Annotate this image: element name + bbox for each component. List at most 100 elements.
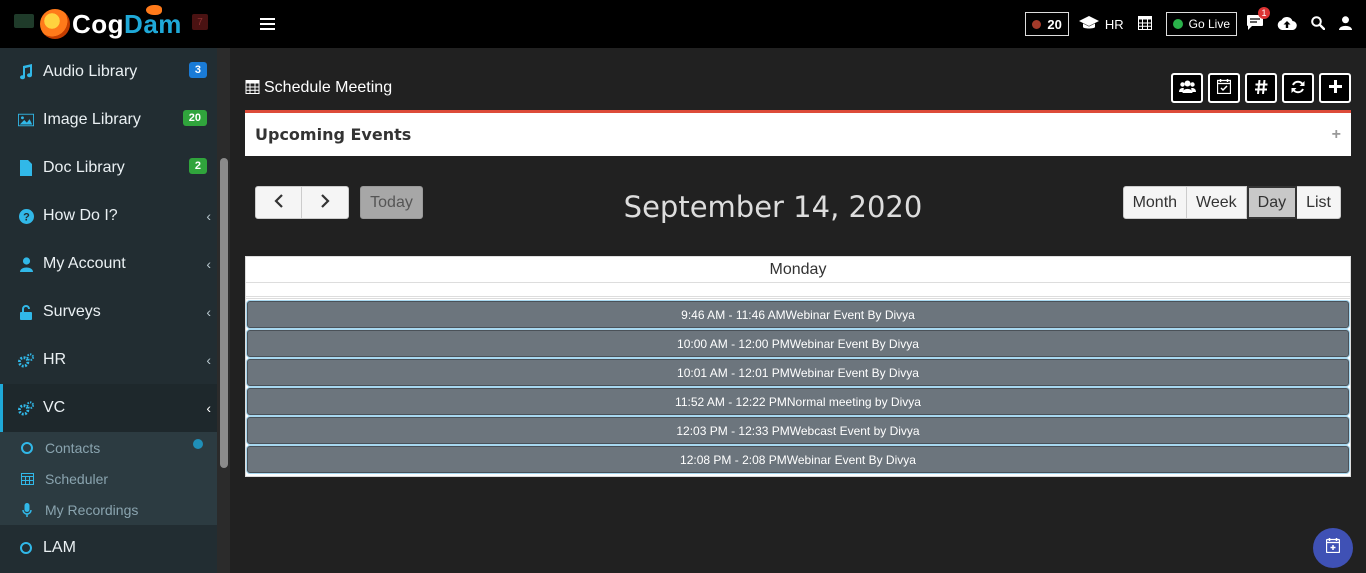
music-icon <box>18 64 34 80</box>
chevron-left-icon: ‹ <box>206 304 211 320</box>
unlock-icon <box>18 304 34 320</box>
go-live-button[interactable]: Go Live <box>1165 12 1237 36</box>
view-list-button[interactable]: List <box>1297 186 1341 219</box>
cloud-upload-icon <box>1277 16 1297 33</box>
day-header: Monday <box>246 257 1350 283</box>
events-list: 9:46 AM - 11:46 AMWebinar Event By Divya… <box>246 301 1350 476</box>
refresh-button[interactable] <box>1282 73 1314 103</box>
page-header: Schedule Meeting <box>245 48 1351 110</box>
calendar-icon <box>20 472 34 486</box>
sidebar-item-how-do-i[interactable]: ? How Do I? ‹ <box>0 192 217 240</box>
sidebar-item-vc[interactable]: VC ‹ <box>0 384 217 432</box>
video-icon <box>14 14 34 28</box>
hashtag-icon <box>1254 79 1268 97</box>
calendar-icon <box>245 79 260 97</box>
calendar-event[interactable]: 10:01 AM - 12:01 PMWebinar Event By Divy… <box>247 359 1349 386</box>
all-day-row[interactable] <box>246 283 1350 299</box>
add-meeting-button[interactable] <box>1319 73 1351 103</box>
status-dot <box>193 439 203 449</box>
count-value: 20 <box>1047 16 1062 32</box>
hashtag-button[interactable] <box>1245 73 1277 103</box>
logo-fish-icon <box>146 4 162 15</box>
svg-text:?: ? <box>23 211 30 223</box>
sidebar-item-my-account[interactable]: My Account ‹ <box>0 240 217 288</box>
red-dot-icon <box>1032 19 1042 29</box>
expand-plus-icon[interactable]: + <box>1332 126 1341 144</box>
chevron-down-icon: ‹ <box>206 400 211 416</box>
upload-button[interactable] <box>1277 16 1297 33</box>
search-button[interactable] <box>1311 15 1326 33</box>
sidebar-item-label: VC <box>43 399 66 416</box>
circle-icon <box>20 441 34 455</box>
hr-link[interactable]: HR <box>1078 15 1124 33</box>
go-live-label: Go Live <box>1188 17 1230 31</box>
sidebar-item-hr[interactable]: HR ‹ <box>0 336 217 384</box>
chat-button[interactable]: 1 <box>1247 7 1270 33</box>
calendar-event[interactable]: 12:03 PM - 12:33 PMWebcast Event by Divy… <box>247 417 1349 444</box>
page-title: Schedule Meeting <box>245 79 392 97</box>
sidebar-item-image-library[interactable]: Image Library 20 <box>0 96 217 144</box>
participants-button[interactable] <box>1171 73 1203 103</box>
image-count-badge: 20 <box>182 110 207 126</box>
submenu-item-label: Contacts <box>45 439 101 456</box>
submenu-item-contacts[interactable]: Contacts <box>0 432 217 463</box>
calendar-event[interactable]: 10:00 AM - 12:00 PMWebinar Event By Divy… <box>247 330 1349 357</box>
view-week-button[interactable]: Week <box>1187 186 1247 219</box>
doc-count-badge: 2 <box>188 158 207 174</box>
chat-notification-badge: 1 <box>1258 7 1270 19</box>
calendar-event[interactable]: 11:52 AM - 12:22 PMNormal meeting by Div… <box>247 388 1349 415</box>
calendar-check-button[interactable] <box>1208 73 1240 103</box>
sidebar-item-audio-library[interactable]: Audio Library 3 <box>0 48 217 96</box>
sidebar-item-label: HR <box>43 351 67 368</box>
hamburger-menu-icon[interactable] <box>260 18 275 30</box>
page-title-text: Schedule Meeting <box>264 79 393 96</box>
count-indicator[interactable]: 20 <box>1025 12 1069 36</box>
sidebar-item-surveys[interactable]: Surveys ‹ <box>0 288 217 336</box>
calendar-event[interactable]: 9:46 AM - 11:46 AMWebinar Event By Divya <box>247 301 1349 328</box>
chevron-left-icon: ‹ <box>206 352 211 368</box>
chevron-left-icon: ‹ <box>206 256 211 272</box>
calendar-button[interactable] <box>1137 15 1152 33</box>
image-icon <box>18 112 34 128</box>
circle-icon <box>18 540 34 556</box>
submenu-item-my-recordings[interactable]: My Recordings <box>0 494 217 525</box>
live-dot-icon <box>1172 19 1183 29</box>
microphone-icon <box>20 502 34 517</box>
calendar-check-icon <box>1216 79 1232 97</box>
calendar-icon <box>1137 15 1152 33</box>
user-icon <box>1339 15 1352 33</box>
sidebar-scrollbar[interactable] <box>217 48 230 573</box>
calendar-plus-fab[interactable] <box>1313 528 1353 568</box>
view-day-button[interactable]: Day <box>1246 186 1298 219</box>
scroll-thumb[interactable] <box>220 158 228 468</box>
sidebar-item-label: LAM <box>43 539 76 556</box>
submenu-item-label: Scheduler <box>45 470 109 487</box>
graduation-cap-icon <box>1078 15 1099 33</box>
submenu-item-label: My Recordings <box>45 501 139 518</box>
refresh-icon <box>1291 80 1305 97</box>
sidebar-item-label: How Do I? <box>43 207 118 224</box>
calendar-event[interactable]: 12:08 PM - 2:08 PMWebinar Event By Divya <box>247 446 1349 473</box>
view-month-button[interactable]: Month <box>1122 186 1188 219</box>
gears-icon <box>18 352 34 368</box>
header-actions <box>1166 73 1351 103</box>
hr-label: HR <box>1104 16 1124 32</box>
submenu-item-scheduler[interactable]: Scheduler <box>0 463 217 494</box>
vc-submenu: Contacts Scheduler My Recordings <box>0 432 217 525</box>
sidebar-item-doc-library[interactable]: Doc Library 2 <box>0 144 217 192</box>
search-icon <box>1311 15 1326 33</box>
user-menu-button[interactable] <box>1339 15 1352 33</box>
calendar-toolbar: Today September 14, 2020 Month Week Day … <box>245 156 1351 256</box>
logo-text-cog: Cog <box>72 8 125 39</box>
sidebar-menu: Audio Library 3 Image Library 20 Doc Lib… <box>0 48 217 571</box>
logo-bar: 7 CogDam <box>0 0 230 48</box>
upcoming-events-panel[interactable]: Upcoming Events + <box>245 110 1351 156</box>
question-circle-icon: ? <box>18 208 34 224</box>
cogdam-logo[interactable]: CogDam <box>40 4 182 40</box>
sidebar: 7 CogDam Audio Library 3 Image Library 2… <box>0 0 230 573</box>
upcoming-events-title: Upcoming Events <box>255 125 412 144</box>
sidebar-item-label: Surveys <box>43 303 101 320</box>
sidebar-item-lam[interactable]: LAM <box>0 525 217 571</box>
calendar-plus-icon <box>1325 538 1341 558</box>
hidden-badge: 7 <box>192 14 208 30</box>
